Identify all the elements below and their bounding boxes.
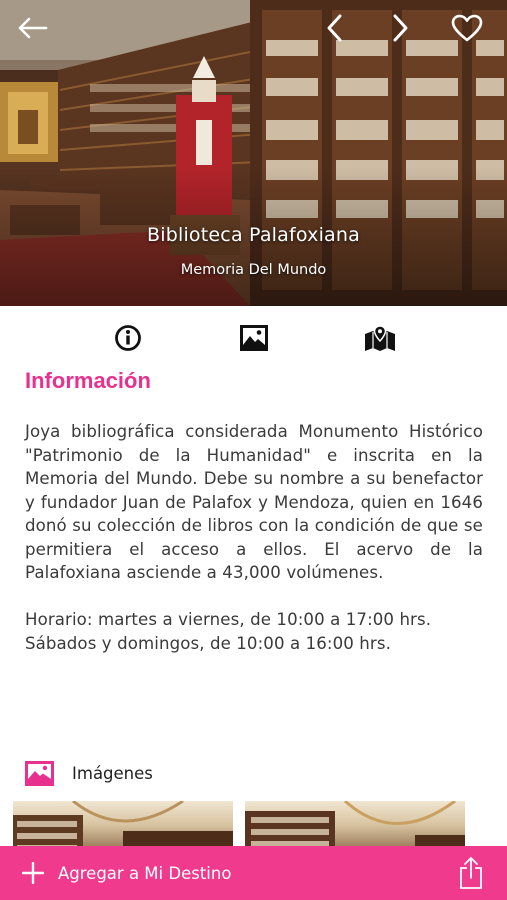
tab-map[interactable] <box>362 320 398 356</box>
tab-info[interactable] <box>110 320 146 356</box>
favorite-button[interactable] <box>447 8 487 48</box>
section-tabs <box>0 306 507 368</box>
next-button[interactable] <box>380 8 420 48</box>
info-paragraph: Joya bibliográfica considerada Monumento… <box>25 422 483 582</box>
images-section-label: Imágenes <box>72 763 153 783</box>
hours-text: Horario: martes a viernes, de 10:00 a 17… <box>25 608 483 655</box>
place-subtitle: Memoria Del Mundo <box>180 262 327 278</box>
add-to-destination-button[interactable]: Agregar a Mi Destino <box>22 856 231 890</box>
back-button[interactable] <box>12 8 52 48</box>
info-heading: Información <box>25 368 151 393</box>
map-pin-icon <box>365 325 395 351</box>
share-button[interactable] <box>457 856 485 890</box>
image-icon <box>25 760 54 786</box>
hours-weekend: Sábados y domingos, de 10:00 a 16:00 hrs… <box>25 633 391 653</box>
tab-images[interactable] <box>236 320 272 356</box>
info-description: Joya bibliográfica considerada Monumento… <box>25 420 483 655</box>
place-title: Biblioteca Palafoxiana <box>147 224 360 246</box>
image-icon <box>240 325 268 351</box>
hero-image: Biblioteca Palafoxiana Memoria Del Mundo <box>0 0 507 306</box>
bottom-action-bar: Agregar a Mi Destino <box>0 846 507 900</box>
plus-icon <box>22 862 44 884</box>
share-icon <box>460 857 482 889</box>
chevron-left-icon <box>327 14 342 42</box>
add-to-destination-label: Agregar a Mi Destino <box>58 863 232 883</box>
arrow-left-icon <box>18 17 48 39</box>
heart-outline-icon <box>451 14 483 42</box>
hours-weekdays: Horario: martes a viernes, de 10:00 a 17… <box>25 610 432 629</box>
info-circle-icon <box>115 325 141 351</box>
previous-button[interactable] <box>315 8 355 48</box>
images-section-header: Imágenes <box>25 758 153 788</box>
chevron-right-icon <box>393 14 408 42</box>
